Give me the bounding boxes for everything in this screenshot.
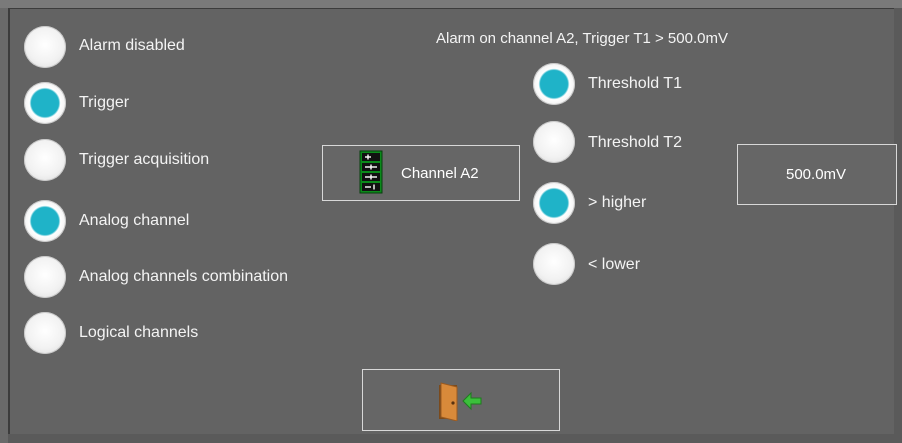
channel-icon	[359, 150, 383, 194]
label-threshold-t1[interactable]: Threshold T1	[588, 75, 682, 93]
radio-analog-channels-combination[interactable]	[24, 256, 66, 298]
alarm-status-text: Alarm on channel A2, Trigger T1 > 500.0m…	[436, 30, 728, 47]
threshold-value-button[interactable]: 500.0mV	[737, 144, 897, 205]
label-analog-channels-combination[interactable]: Analog channels combination	[79, 268, 288, 286]
window-top-strip	[0, 0, 902, 8]
radio-lower[interactable]	[533, 243, 575, 285]
window-left-edge	[0, 8, 8, 443]
radio-logical-channels[interactable]	[24, 312, 66, 354]
label-logical-channels[interactable]: Logical channels	[79, 324, 198, 342]
label-lower[interactable]: < lower	[588, 256, 640, 274]
exit-button[interactable]	[362, 369, 560, 431]
radio-threshold-t2[interactable]	[533, 121, 575, 163]
label-trigger-acquisition[interactable]: Trigger acquisition	[79, 151, 209, 169]
radio-threshold-t1[interactable]	[533, 63, 575, 105]
label-trigger[interactable]: Trigger	[79, 94, 129, 112]
channel-select-label: Channel A2	[401, 165, 479, 182]
radio-higher[interactable]	[533, 182, 575, 224]
exit-door-icon	[439, 382, 482, 421]
channel-select-button[interactable]: Channel A2	[322, 145, 520, 201]
label-alarm-disabled[interactable]: Alarm disabled	[79, 37, 185, 55]
radio-trigger[interactable]	[24, 82, 66, 124]
radio-alarm-disabled[interactable]	[24, 26, 66, 68]
label-threshold-t2[interactable]: Threshold T2	[588, 134, 682, 152]
radio-trigger-acquisition[interactable]	[24, 139, 66, 181]
threshold-value-label: 500.0mV	[786, 166, 847, 183]
label-higher[interactable]: > higher	[588, 194, 646, 212]
label-analog-channel[interactable]: Analog channel	[79, 212, 189, 230]
radio-analog-channel[interactable]	[24, 200, 66, 242]
